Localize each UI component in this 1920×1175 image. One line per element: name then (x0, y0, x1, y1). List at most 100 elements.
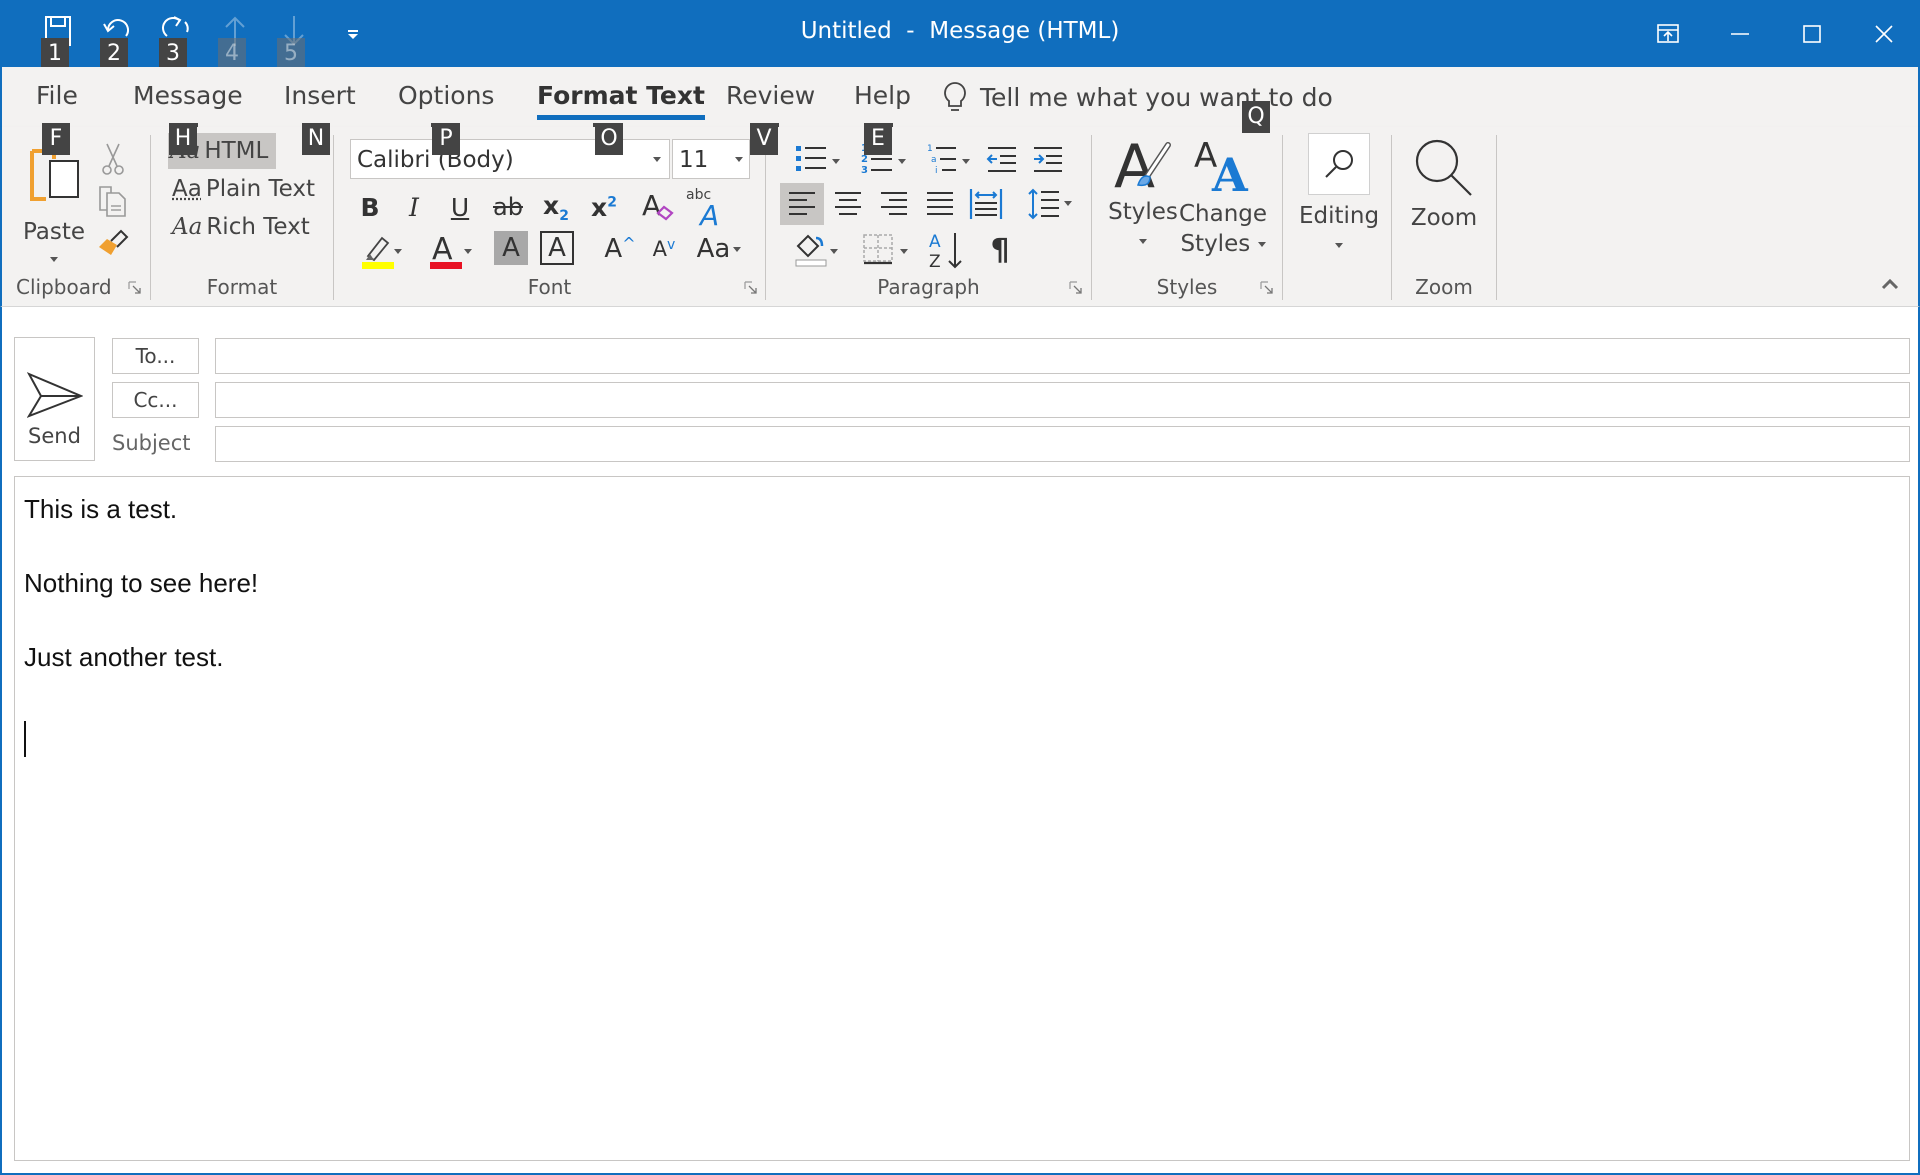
multilevel-list-button[interactable]: 1ai (916, 137, 972, 181)
shrink-font-button[interactable]: Av (644, 231, 684, 267)
underline-button[interactable]: U (440, 187, 480, 227)
send-button[interactable]: Send (14, 337, 95, 461)
strikethrough-button[interactable]: ab (486, 187, 530, 227)
subscript-icon: x2 (543, 190, 569, 224)
superscript-button[interactable]: x2 (582, 187, 626, 227)
decrease-indent-button[interactable] (982, 139, 1022, 179)
shading-button[interactable] (782, 227, 840, 271)
chevron-up-icon (1881, 278, 1899, 290)
bullets-button[interactable] (782, 137, 842, 181)
align-right-button[interactable] (872, 183, 916, 225)
subject-label: Subject (112, 431, 191, 455)
increase-indent-button[interactable] (1028, 139, 1068, 179)
keytip-font-name: P (432, 123, 460, 155)
italic-button[interactable]: I (394, 187, 434, 227)
maximize-button[interactable] (1776, 0, 1848, 67)
justify-icon (927, 192, 953, 215)
justify-button[interactable] (918, 183, 962, 225)
keytip-bullets: V (750, 123, 778, 155)
styles-launcher-icon[interactable] (1260, 281, 1274, 295)
group-zoom: Zoom Zoom (1392, 127, 1497, 307)
font-color-icon: A (430, 232, 462, 269)
bold-icon: B (360, 192, 380, 222)
change-case-button[interactable]: Aa (692, 231, 746, 267)
minimize-icon (1731, 32, 1749, 35)
tell-me-search[interactable]: Tell me what you want to do (942, 81, 1333, 113)
paragraph-launcher-icon[interactable] (1069, 281, 1083, 295)
tab-format-text[interactable]: Format Text (537, 81, 705, 120)
subscript-button[interactable]: x2 (534, 187, 578, 227)
tab-insert[interactable]: Insert (284, 81, 356, 110)
align-left-button[interactable] (780, 183, 824, 225)
character-shading-button[interactable]: A (494, 231, 528, 265)
ribbon-display-icon (1657, 23, 1679, 43)
zoom-button[interactable]: Zoom (1398, 137, 1490, 257)
close-icon (1875, 24, 1893, 43)
center-button[interactable] (826, 183, 870, 225)
grow-font-button[interactable]: A^ (600, 231, 640, 267)
window-controls (1632, 0, 1920, 67)
group-font: Calibri (Body) 11 P O B I U ab x2 x2 A a… (334, 123, 766, 307)
to-button[interactable]: To... (112, 338, 199, 374)
font-color-button[interactable]: A (420, 227, 472, 273)
line-spacing-button[interactable] (1018, 183, 1072, 225)
format-plain-text-option[interactable]: Aa Plain Text (170, 171, 323, 207)
highlight-color-button[interactable] (352, 227, 404, 273)
minimize-button[interactable] (1704, 0, 1776, 67)
svg-text:Z: Z (929, 252, 941, 271)
svg-text:1: 1 (927, 144, 933, 154)
shading-icon: A (502, 233, 520, 263)
clear-formatting-button[interactable]: A (636, 185, 680, 229)
borders-button[interactable] (848, 227, 908, 271)
bold-button[interactable]: B (350, 187, 390, 227)
tab-file[interactable]: File (36, 81, 78, 110)
body-line: Nothing to see here! (24, 568, 259, 598)
styles-button[interactable]: A Styles (1108, 133, 1178, 273)
grow-font-icon: A^ (604, 234, 636, 264)
ribbon-tabs: File Message Insert Options Format Text … (0, 67, 1920, 155)
paste-button[interactable]: Paste (14, 143, 94, 293)
font-size-combo[interactable]: 11 (672, 139, 750, 179)
message-body[interactable]: This is a test. Nothing to see here! Jus… (14, 476, 1910, 1161)
maximize-icon (1803, 24, 1821, 43)
copy-button[interactable] (96, 183, 130, 219)
cc-button[interactable]: Cc... (112, 382, 199, 418)
ribbon-display-options-button[interactable] (1632, 0, 1704, 67)
format-rich-text-option[interactable]: Aa Rich Text (170, 209, 318, 245)
svg-text:A: A (1211, 148, 1249, 197)
svg-text:a: a (931, 155, 937, 165)
format-painter-button[interactable] (96, 225, 130, 261)
distributed-button[interactable] (964, 183, 1008, 225)
styles-brush-icon: A (1114, 133, 1171, 197)
to-field[interactable] (215, 338, 1910, 374)
collapse-ribbon-button[interactable] (1878, 274, 1902, 294)
character-border-button[interactable]: A (540, 231, 574, 265)
underline-icon: U (450, 192, 470, 222)
subject-field[interactable] (215, 426, 1910, 462)
copy-icon (99, 186, 126, 217)
tab-review[interactable]: Review (726, 81, 815, 110)
highlighter-icon (362, 236, 394, 269)
cc-field[interactable] (215, 382, 1910, 418)
change-styles-button[interactable]: AA Change Styles (1179, 133, 1267, 273)
text-effects-button[interactable]: abc A (682, 183, 730, 231)
italic-icon: I (409, 192, 419, 222)
send-icon (26, 372, 83, 418)
tab-options[interactable]: Options (398, 81, 494, 110)
show-hide-marks-button[interactable]: ¶ (980, 227, 1020, 273)
clipboard-launcher-icon[interactable] (128, 281, 142, 295)
tab-message[interactable]: Message (133, 81, 243, 110)
group-paragraph: 1 23 1ai V E (750, 123, 1092, 307)
tab-help[interactable]: Help (854, 81, 911, 110)
format-painter-icon (99, 229, 129, 255)
editing-button[interactable]: Editing (1293, 133, 1385, 263)
sort-button[interactable]: AZ (924, 227, 970, 273)
text-effects-icon: abcA (686, 187, 719, 229)
close-button[interactable] (1848, 0, 1920, 67)
magnifier-icon (1415, 139, 1472, 196)
align-left-icon (789, 192, 815, 215)
cut-button[interactable] (96, 141, 130, 177)
body-line (24, 602, 1900, 639)
font-launcher-icon[interactable] (744, 281, 758, 295)
change-case-icon: Aa (696, 234, 731, 264)
